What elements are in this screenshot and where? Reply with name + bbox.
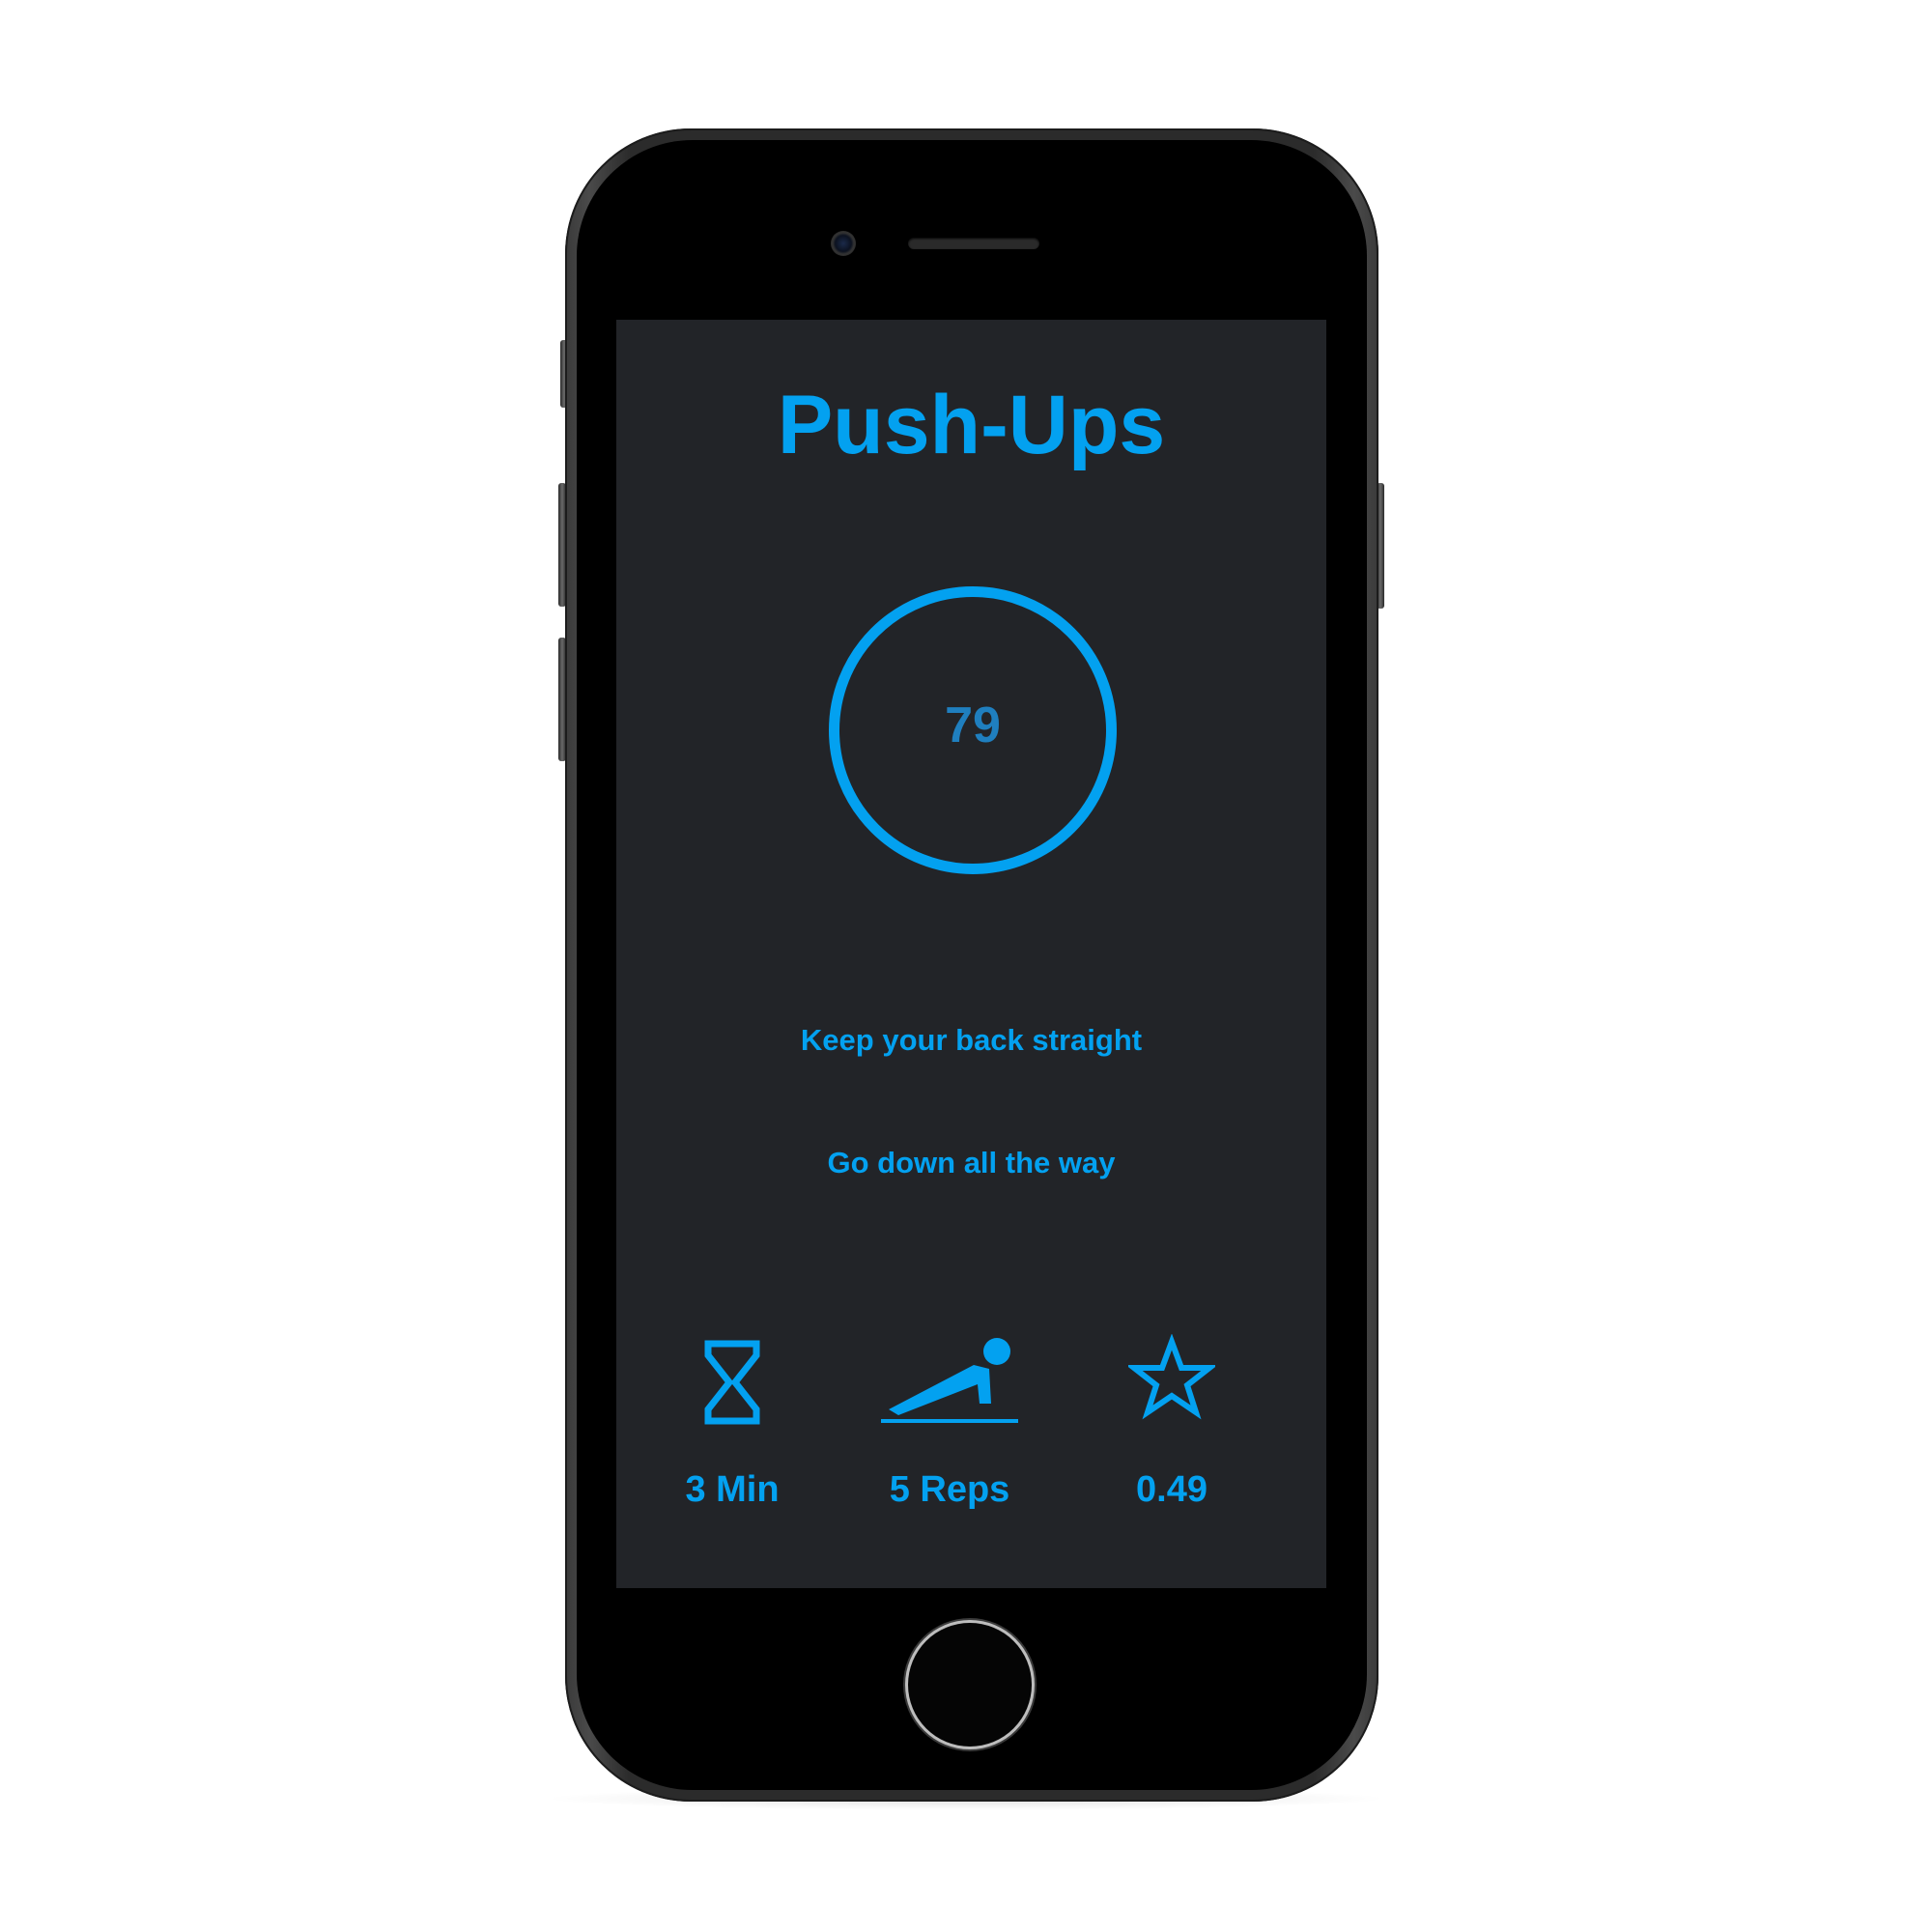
page-title: Push-Ups (777, 379, 1166, 471)
app-screen: Push-Ups 79 Keep your back straight Go d… (616, 320, 1326, 1588)
stat-duration-label: 3 Min (685, 1469, 780, 1510)
rep-counter-value: 79 (945, 697, 1001, 753)
push-up-icon (853, 1334, 1046, 1450)
stat-reps-label: 5 Reps (889, 1469, 1010, 1510)
earpiece-speaker (908, 238, 1039, 249)
home-button[interactable] (908, 1623, 1032, 1747)
hourglass-icon (636, 1334, 829, 1450)
front-camera (831, 231, 856, 256)
tip-back-straight: Keep your back straight (800, 1023, 1143, 1057)
tip-go-down: Go down all the way (827, 1146, 1116, 1179)
stat-score-label: 0.49 (1136, 1469, 1208, 1510)
star-icon (1075, 1334, 1268, 1450)
mockup-stage: Push-Ups 79 Keep your back straight Go d… (0, 0, 1932, 1932)
